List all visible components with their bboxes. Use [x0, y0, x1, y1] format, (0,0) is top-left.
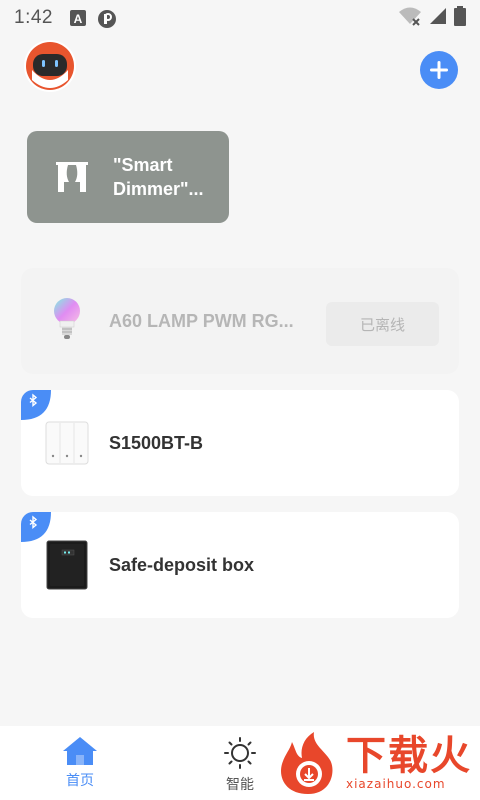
watermark-subtext: xiazaihuo.com: [346, 777, 446, 791]
a-icon: A: [69, 9, 87, 27]
status-time: 1:42: [14, 7, 53, 28]
bluetooth-icon: [21, 390, 51, 420]
robot-avatar[interactable]: [24, 40, 76, 92]
device-name: A60 LAMP PWM RG...: [109, 310, 294, 331]
bottom-nav: 首页 智能 下载火 xiazaihuo.com: [0, 726, 480, 800]
home-icon: [63, 737, 97, 765]
flame-logo-icon: [281, 732, 333, 794]
watermark-text: 下载火: [346, 734, 472, 778]
signal-icon: [428, 6, 448, 31]
p-icon: [97, 9, 116, 28]
bulb-icon: [45, 293, 89, 349]
svg-text:A: A: [74, 12, 83, 26]
device-name: S1500BT-B: [109, 432, 204, 453]
curtain-icon: [55, 160, 89, 194]
status-bar: 1:42 A: [0, 0, 480, 36]
device-name: Safe-deposit box: [109, 554, 255, 575]
plus-icon: [430, 61, 448, 79]
switch-icon: [45, 415, 89, 471]
scene-card[interactable]: "Smart Dimmer"...: [27, 131, 229, 223]
watermark-logo: 下载火 xiazaihuo.com: [280, 726, 480, 800]
nav-label-home: 首页: [66, 772, 94, 788]
sun-icon: [224, 737, 256, 769]
device-card-switch[interactable]: S1500BT-B: [21, 390, 459, 496]
header: [0, 40, 480, 96]
bluetooth-icon: [21, 512, 51, 542]
add-device-button[interactable]: [420, 51, 458, 89]
device-card-safe[interactable]: Safe-deposit box: [21, 512, 459, 618]
safe-icon: [45, 537, 89, 593]
wifi-off-icon: [398, 6, 422, 31]
offline-status-badge: 已离线: [326, 302, 439, 346]
device-card-lamp[interactable]: A60 LAMP PWM RG... 已离线: [21, 268, 459, 374]
scene-label: "Smart Dimmer"...: [113, 155, 204, 199]
nav-label-smart: 智能: [226, 776, 254, 792]
nav-item-home[interactable]: 首页: [0, 726, 160, 800]
battery-icon: [454, 5, 466, 31]
